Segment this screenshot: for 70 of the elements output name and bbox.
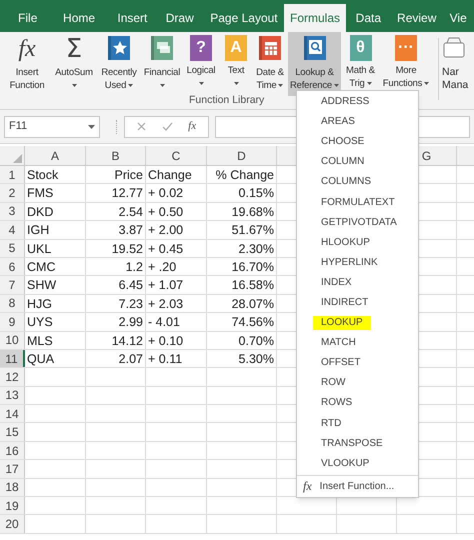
table-cell: 2.54 <box>118 204 143 219</box>
sigma-icon: Σ <box>66 35 82 63</box>
table-cell: 0.15% <box>238 186 274 200</box>
button-label: Trig <box>349 77 365 90</box>
table-cell: 2.99 <box>118 315 143 330</box>
button-label: Text <box>228 64 244 77</box>
table-cell: - 4.01 <box>148 315 180 330</box>
book-icon: ··· <box>395 35 417 61</box>
table-cell: + 0.10 <box>148 334 184 348</box>
table-cell: 5.30% <box>238 352 274 366</box>
table-cell: 28.07% <box>232 296 274 311</box>
table-cell: + 0.02 <box>148 186 184 200</box>
table-cell: QUA <box>27 352 54 366</box>
table-cell: 19.68% <box>232 204 274 219</box>
table-cell: + .20 <box>148 260 176 274</box>
button-label: Used <box>104 79 126 92</box>
button-label: Reference <box>290 79 332 92</box>
book-icon: ? <box>190 35 212 61</box>
button-label: Date & <box>256 66 284 79</box>
button-label: AutoSum <box>55 66 93 79</box>
table-cell: % Change <box>216 168 274 182</box>
table-cell: 1.2 <box>126 260 143 274</box>
table-cell: HJG <box>27 296 52 311</box>
button-label: Function <box>10 79 44 92</box>
table-cell: DKD <box>27 204 54 219</box>
button-label: Functions <box>382 77 422 90</box>
table-cell: 19.52 <box>112 242 143 256</box>
table-cell: + 1.07 <box>148 278 184 292</box>
table-cell: UKL <box>27 242 52 256</box>
button-label: Insert <box>16 66 38 79</box>
table-cell: 3.87 <box>118 223 143 238</box>
button-label: Mana <box>442 79 468 92</box>
button-label: Time <box>256 79 276 92</box>
table-cell: FMS <box>27 186 54 200</box>
table-cell: 74.56% <box>232 315 274 330</box>
button-label: Nar <box>442 66 460 79</box>
button-label: Math & <box>346 64 375 77</box>
table-cell: MLS <box>27 334 53 348</box>
button-label: Logical <box>186 64 216 77</box>
book-icon: A <box>225 35 247 61</box>
table-cell: CMC <box>27 260 56 274</box>
table-cell: 2.30% <box>238 242 274 256</box>
table-cell: 2.07 <box>118 352 143 366</box>
table-cell: + 2.03 <box>148 296 184 311</box>
button-label: More <box>396 64 416 77</box>
table-cell: Price <box>114 168 143 182</box>
table-cell: 7.23 <box>118 296 143 311</box>
table-cell: + 2.00 <box>148 223 184 238</box>
table-cell: IGH <box>27 223 50 238</box>
function-icon: fx <box>18 35 36 63</box>
table-cell: 12.77 <box>112 186 143 200</box>
table-cell: 0.70% <box>238 334 274 348</box>
table-cell: + 0.50 <box>148 204 184 219</box>
table-cell: 16.70% <box>232 260 274 274</box>
button-label: Financial <box>144 66 180 79</box>
table-cell: + 0.11 <box>148 352 182 366</box>
table-cell: SHW <box>27 278 56 292</box>
table-cell: UYS <box>27 315 53 330</box>
button-label: Recently <box>101 66 137 79</box>
group-label: Function Library <box>189 93 264 108</box>
table-cell: + 0.45 <box>148 242 184 256</box>
table-cell: 14.12 <box>112 334 143 348</box>
table-cell: 16.58% <box>232 278 274 292</box>
table-cell: 51.67% <box>232 223 274 238</box>
cell-reference: F11 <box>9 119 28 134</box>
table-cell: Stock <box>27 168 58 182</box>
table-cell: Change <box>148 168 192 182</box>
table-cell: 6.45 <box>118 278 143 292</box>
button-label: Lookup & <box>295 66 334 79</box>
book-icon: θ <box>350 35 372 61</box>
